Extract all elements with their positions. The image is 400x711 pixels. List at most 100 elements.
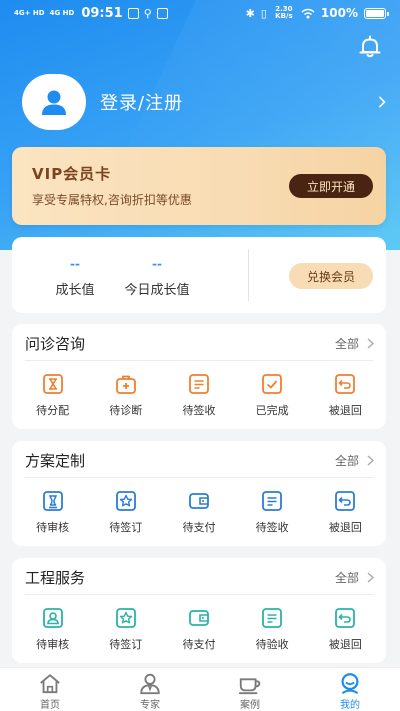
mine-icon	[341, 673, 359, 694]
today-growth-label: 今日成长值	[124, 283, 190, 298]
avatar[interactable]	[22, 74, 86, 130]
chevron-right-icon	[367, 338, 374, 349]
section-title: 问诊咨询	[25, 335, 86, 353]
home-icon	[40, 674, 60, 694]
section-header: 问诊咨询 全部	[12, 324, 386, 360]
section-item[interactable]: 待分配	[22, 372, 84, 418]
section-item-label: 待分配	[36, 404, 70, 417]
cup-icon	[238, 678, 261, 695]
vip-title: VIP会员卡	[32, 165, 112, 183]
notification-bell-button[interactable]	[357, 34, 383, 60]
activate-vip-button[interactable]: 立即开通	[289, 174, 373, 198]
chevron-right-icon	[367, 572, 374, 583]
tab-label: 首页	[40, 700, 60, 711]
section-items: 待分配 待诊断 待签收 已完成 被退回	[12, 372, 386, 418]
return-icon	[335, 491, 356, 511]
section-item[interactable]: 待审核	[22, 489, 84, 535]
check-icon	[262, 374, 283, 394]
section-item-label: 待支付	[182, 638, 216, 651]
section-card: 工程服务 全部 待审核 待签订 待支付 待验收 被退回	[12, 558, 386, 663]
review-icon	[42, 491, 63, 511]
section-item-label: 待签订	[109, 638, 143, 651]
stats-divider	[248, 249, 249, 301]
section-item[interactable]: 已完成	[241, 372, 303, 418]
battery-percent: 100%	[320, 6, 358, 20]
section-item-label: 待审核	[36, 638, 70, 651]
today-growth-value: --	[152, 257, 162, 271]
section-item[interactable]: 待审核	[22, 606, 84, 652]
return-icon	[335, 608, 356, 628]
section-item[interactable]: 待签订	[95, 606, 157, 652]
tab-item[interactable]: 专家	[100, 668, 200, 711]
tab-item[interactable]: 我的	[300, 668, 400, 711]
star-icon	[115, 491, 136, 511]
view-all-label: 全部	[334, 337, 359, 351]
section-item[interactable]: 被退回	[314, 489, 376, 535]
view-all-link[interactable]: 全部	[335, 452, 374, 469]
section-divider	[25, 360, 373, 361]
exchange-membership-button[interactable]: 兑换会员	[289, 263, 373, 289]
section-item[interactable]: 待签收	[241, 489, 303, 535]
section-item-label: 待签收	[255, 521, 289, 534]
section-card: 方案定制 全部 待审核 待签订 待支付 待签收 被退回	[12, 441, 386, 546]
person-icon	[42, 608, 63, 628]
usb-icon: ⚲	[143, 6, 152, 20]
vibrate-icon: ▯	[260, 6, 267, 20]
today-growth-stat: -- 今日成长值	[112, 257, 202, 298]
section-items: 待审核 待签订 待支付 待验收 被退回	[12, 606, 386, 652]
section-items: 待审核 待签订 待支付 待签收 被退回	[12, 489, 386, 535]
tab-label: 我的	[340, 700, 360, 711]
user-icon	[42, 90, 66, 115]
section-item-label: 被退回	[328, 521, 362, 534]
vip-description: 享受专属特权,咨询折扣等优惠	[32, 193, 192, 207]
chevron-right-icon	[367, 455, 374, 466]
section-item-label: 待验收	[255, 638, 289, 651]
document-icon	[262, 491, 283, 511]
section-item[interactable]: 被退回	[314, 606, 376, 652]
view-all-link[interactable]: 全部	[335, 569, 374, 586]
login-register-label[interactable]: 登录/注册	[100, 89, 183, 115]
growth-value-stat: -- 成长值	[30, 257, 120, 298]
section-item-label: 待诊断	[109, 404, 143, 417]
notification-icon	[127, 7, 139, 19]
section-item[interactable]: 被退回	[314, 372, 376, 418]
tab-item[interactable]: 首页	[0, 668, 100, 711]
section-header: 方案定制 全部	[12, 441, 386, 477]
star-icon	[115, 608, 136, 628]
bell-icon	[359, 35, 381, 58]
section-card: 问诊咨询 全部 待分配 待诊断 待签收 已完成 被退回	[12, 324, 386, 429]
view-all-link[interactable]: 全部	[335, 335, 374, 352]
wifi-icon	[301, 8, 315, 18]
section-title: 方案定制	[25, 452, 86, 470]
bottom-tab-bar: 首页 专家 案例 我的	[0, 667, 400, 711]
document-icon	[189, 374, 209, 394]
growth-value-label: 成长值	[55, 283, 95, 298]
status-time: 09:51	[81, 5, 123, 21]
section-item-label: 已完成	[255, 404, 289, 417]
tab-label: 案例	[240, 700, 260, 711]
section-item[interactable]: 待验收	[241, 606, 303, 652]
section-item[interactable]: 待支付	[168, 606, 230, 652]
status-bar: 4G+ HD 4G HD 09:51 ⚲ ✱ ▯ 2.30 KB/s 100%	[0, 0, 400, 26]
vip-card[interactable]: VIP会员卡 享受专属特权,咨询折扣等优惠 立即开通	[12, 147, 386, 225]
section-divider	[25, 594, 373, 595]
wallet-icon	[189, 493, 209, 509]
section-item[interactable]: 待签订	[95, 489, 157, 535]
section-divider	[25, 477, 373, 478]
section-item[interactable]: 待签收	[168, 372, 230, 418]
expert-icon	[140, 673, 160, 695]
section-header: 工程服务 全部	[12, 558, 386, 594]
tab-item[interactable]: 案例	[200, 668, 300, 711]
view-all-label: 全部	[334, 454, 359, 468]
signal-2: 4G HD	[49, 8, 75, 17]
wallet-icon	[189, 610, 209, 626]
growth-stats-card: -- 成长值 -- 今日成长值 兑换会员	[12, 237, 386, 313]
login-register-row[interactable]: 登录/注册	[22, 74, 388, 130]
section-item[interactable]: 待诊断	[95, 372, 157, 418]
bluetooth-icon: ✱	[245, 6, 255, 20]
document-icon	[262, 608, 283, 628]
view-all-label: 全部	[334, 571, 359, 585]
section-item[interactable]: 待支付	[168, 489, 230, 535]
tab-label: 专家	[140, 700, 160, 711]
hourglass-icon	[42, 374, 63, 394]
